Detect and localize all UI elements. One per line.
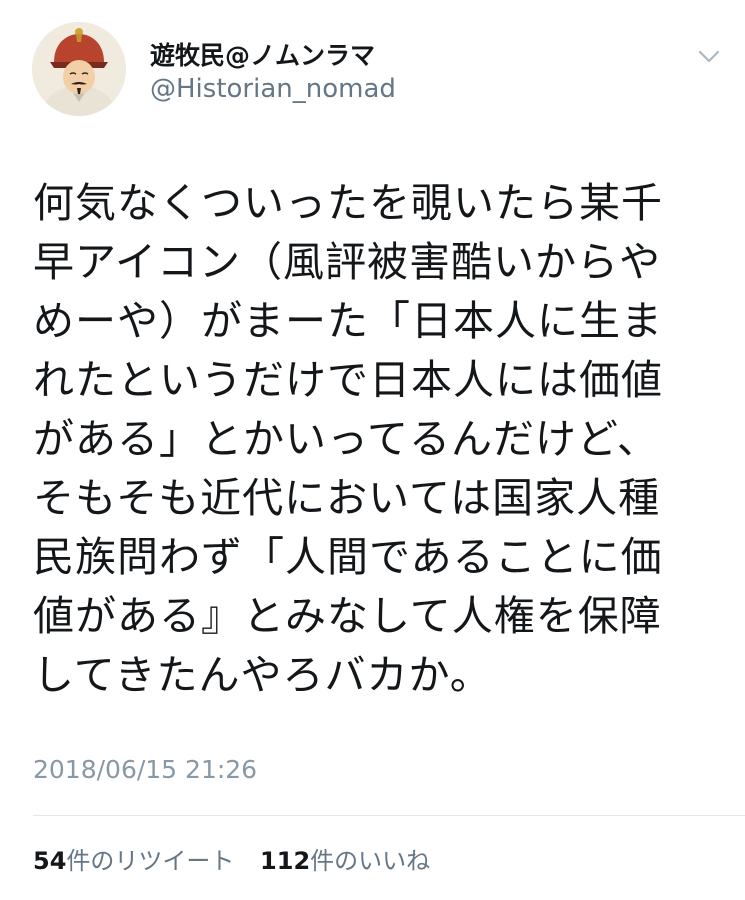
like-count: 112 (260, 847, 311, 875)
avatar[interactable] (32, 22, 126, 116)
display-name[interactable]: 遊牧民@ノムンラマ (150, 36, 375, 72)
tweet-text-line: めーや）がまーた「日本人に生ま (33, 297, 663, 345)
chevron-down-icon[interactable] (694, 44, 724, 68)
avatar-portrait-icon (32, 22, 126, 116)
retweet-count: 54 (33, 847, 67, 875)
tweet-stats: 54件のリツイート 112件のいいね (33, 841, 448, 876)
tweet-text-line: がある」とかいってるんだけど、 (33, 415, 659, 463)
like-stat[interactable]: 112件のいいね (260, 847, 430, 875)
tweet-timestamp[interactable]: 2018/06/15 21:26 (33, 755, 257, 784)
like-label: 件のいいね (310, 847, 431, 875)
tweet-text-line: そもそも近代においては国家人種 (33, 474, 661, 522)
tweet-text: 何気なくついったを覗いたら某千 早アイコン（風評被害酷いからや めーや）がまーた… (33, 174, 713, 705)
retweet-stat[interactable]: 54件のリツイート (33, 847, 234, 875)
tweet-text-line: 何気なくついったを覗いたら某千 (33, 179, 663, 227)
user-handle[interactable]: @Historian_nomad (150, 74, 396, 104)
divider (33, 815, 745, 816)
tweet-text-line: れたというだけで日本人には価値 (33, 356, 663, 404)
retweet-label: 件のリツイート (66, 847, 235, 875)
tweet-text-line: してきたんやろバカか。 (33, 651, 492, 699)
tweet-text-line: 民族問わず「人間であることに価 (33, 533, 663, 581)
tweet-text-line: 早アイコン（風評被害酷いからや (33, 238, 661, 286)
tweet-text-line: 値がある』とみなして人権を保障 (33, 592, 662, 640)
